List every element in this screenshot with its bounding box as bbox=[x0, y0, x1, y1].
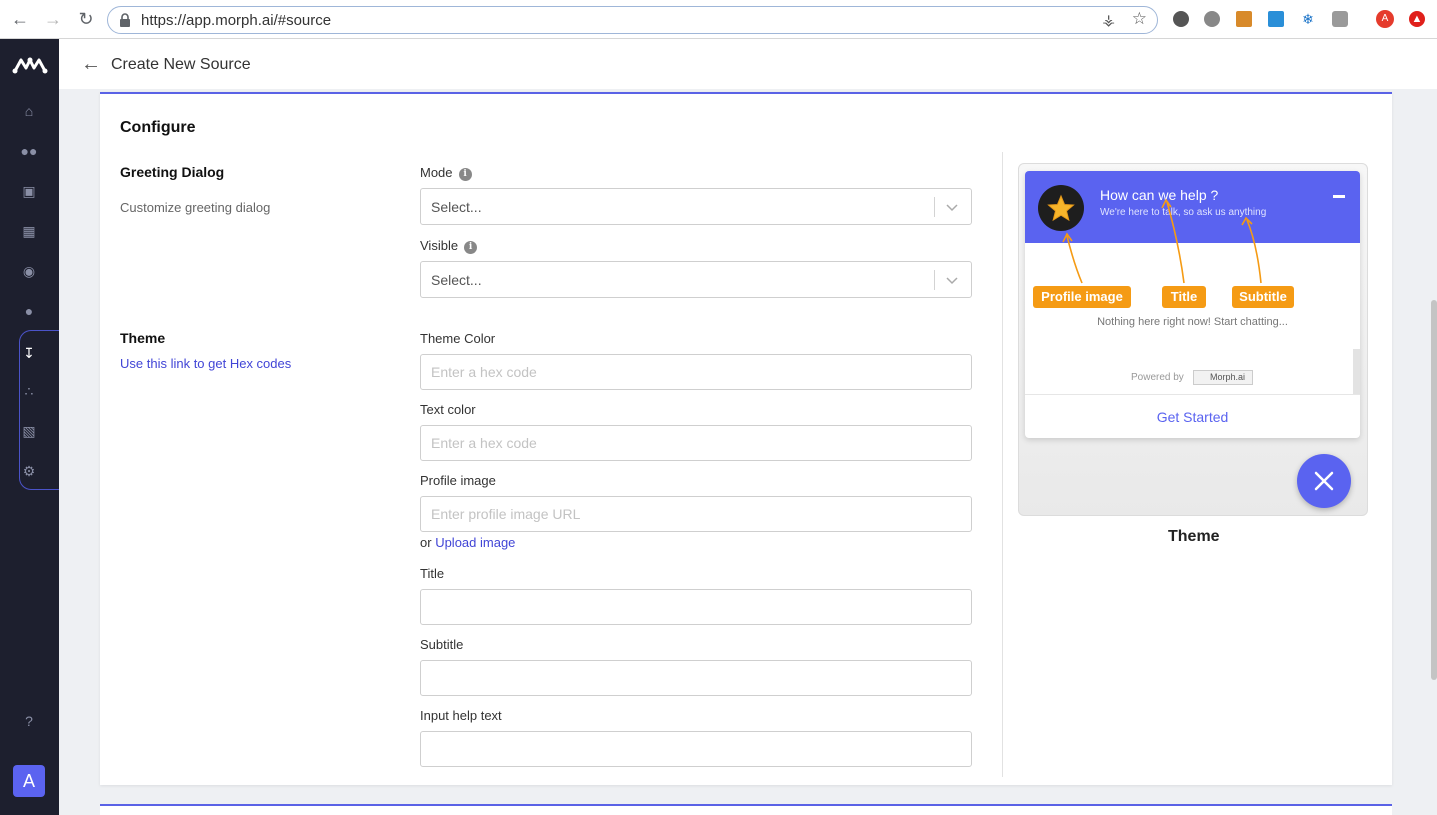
input-help-text-input[interactable] bbox=[420, 731, 972, 767]
visible-label-text: Visible bbox=[420, 238, 459, 253]
key-icon[interactable]: ⚶ bbox=[1102, 11, 1115, 29]
info-icon[interactable]: i bbox=[458, 168, 472, 181]
page-scrollbar[interactable] bbox=[1431, 300, 1437, 680]
analytics-icon[interactable]: ▦ bbox=[20, 222, 38, 240]
mode-label-text: Mode bbox=[420, 165, 453, 180]
camera-icon[interactable] bbox=[1332, 11, 1348, 27]
browser-toolbar: ← → ↻ https://app.morph.ai/#source ⚶ ☆ ❄… bbox=[0, 0, 1437, 39]
upload-image-link[interactable]: Upload image bbox=[435, 535, 515, 550]
chat-icon[interactable]: ▣ bbox=[20, 182, 38, 200]
extension-icon[interactable] bbox=[1236, 11, 1252, 27]
user-avatar[interactable]: A bbox=[13, 765, 45, 797]
extension-icon[interactable] bbox=[1268, 11, 1284, 27]
upload-line: or Upload image bbox=[420, 535, 515, 550]
select-separator bbox=[934, 270, 935, 290]
text-color-label: Text color bbox=[420, 402, 476, 417]
theme-color-input[interactable] bbox=[420, 354, 972, 390]
title-label: Title bbox=[420, 566, 445, 581]
extension-icon[interactable] bbox=[1173, 11, 1189, 27]
morph-logo[interactable] bbox=[12, 55, 48, 75]
tag-profile-image: Profile image bbox=[1033, 286, 1131, 308]
configure-title: Configure bbox=[120, 119, 196, 136]
mode-select[interactable]: Select... bbox=[420, 188, 972, 225]
back-arrow-icon[interactable]: ← bbox=[81, 54, 101, 74]
select-separator bbox=[934, 197, 935, 217]
extension-icon[interactable] bbox=[1204, 11, 1220, 27]
broadcast-icon[interactable]: ◉ bbox=[20, 262, 38, 280]
tag-title: Title bbox=[1162, 286, 1206, 308]
next-card bbox=[100, 804, 1392, 815]
subtitle-input[interactable] bbox=[420, 660, 972, 696]
theme-preview: How can we help ? We're here to talk, so… bbox=[1018, 163, 1368, 516]
or-text: or bbox=[420, 535, 432, 550]
extension-icon[interactable]: ❄ bbox=[1300, 11, 1316, 27]
bookmark-star-icon[interactable]: ☆ bbox=[1132, 9, 1147, 29]
chat-launcher-button bbox=[1297, 454, 1351, 508]
input-help-text-label: Input help text bbox=[420, 708, 502, 723]
profile-image-label: Profile image bbox=[420, 473, 496, 488]
sidebar: ⌂ ●● ▣ ▦ ◉ ● ↧ ∴ ▧ ⚙ ? A bbox=[0, 39, 59, 815]
configure-card: Configure Greeting Dialog Customize gree… bbox=[100, 92, 1392, 785]
lock-icon bbox=[120, 13, 130, 27]
forward-icon[interactable]: → bbox=[43, 9, 63, 29]
preview-caption: Theme bbox=[1168, 528, 1220, 545]
download-icon[interactable]: ↧ bbox=[20, 344, 38, 362]
help-icon[interactable]: ? bbox=[20, 712, 38, 730]
users-icon[interactable]: ●● bbox=[20, 142, 38, 160]
hierarchy-icon[interactable]: ▧ bbox=[20, 422, 38, 440]
url-text: https://app.morph.ai/#source bbox=[141, 12, 332, 29]
gear-icon[interactable]: ⚙ bbox=[20, 462, 38, 480]
subtitle-label: Subtitle bbox=[420, 637, 464, 652]
page-header: ← Create New Source bbox=[59, 39, 1437, 89]
visible-select-value: Select... bbox=[431, 272, 482, 288]
theme-color-label: Theme Color bbox=[420, 331, 496, 346]
address-bar[interactable]: https://app.morph.ai/#source ⚶ ☆ bbox=[107, 6, 1158, 34]
column-divider bbox=[1002, 152, 1003, 777]
reload-icon[interactable]: ↻ bbox=[76, 9, 96, 29]
hex-codes-link[interactable]: Use this link to get Hex codes bbox=[120, 356, 291, 371]
close-icon bbox=[1314, 471, 1334, 491]
update-icon[interactable]: ▲ bbox=[1409, 11, 1425, 27]
profile-avatar[interactable]: A bbox=[1376, 10, 1394, 28]
back-icon[interactable]: ← bbox=[10, 9, 30, 29]
theme-title: Theme bbox=[120, 330, 166, 346]
chevron-down-icon bbox=[946, 277, 958, 285]
visible-select[interactable]: Select... bbox=[420, 261, 972, 298]
tag-subtitle: Subtitle bbox=[1232, 286, 1294, 308]
text-color-input[interactable] bbox=[420, 425, 972, 461]
title-input[interactable] bbox=[420, 589, 972, 625]
page-title: Create New Source bbox=[111, 56, 251, 73]
home-icon[interactable]: ⌂ bbox=[20, 102, 38, 120]
integrations-icon[interactable]: ∴ bbox=[20, 382, 38, 400]
profile-image-input[interactable] bbox=[420, 496, 972, 532]
mode-label: Mode i bbox=[420, 165, 472, 181]
info-icon[interactable]: i bbox=[464, 241, 478, 254]
mode-select-value: Select... bbox=[431, 199, 482, 215]
greeting-dialog-title: Greeting Dialog bbox=[120, 164, 225, 180]
visible-label: Visible i bbox=[420, 238, 478, 254]
person-icon[interactable]: ● bbox=[20, 302, 38, 320]
greeting-dialog-description: Customize greeting dialog bbox=[120, 200, 271, 215]
chevron-down-icon bbox=[946, 204, 958, 212]
